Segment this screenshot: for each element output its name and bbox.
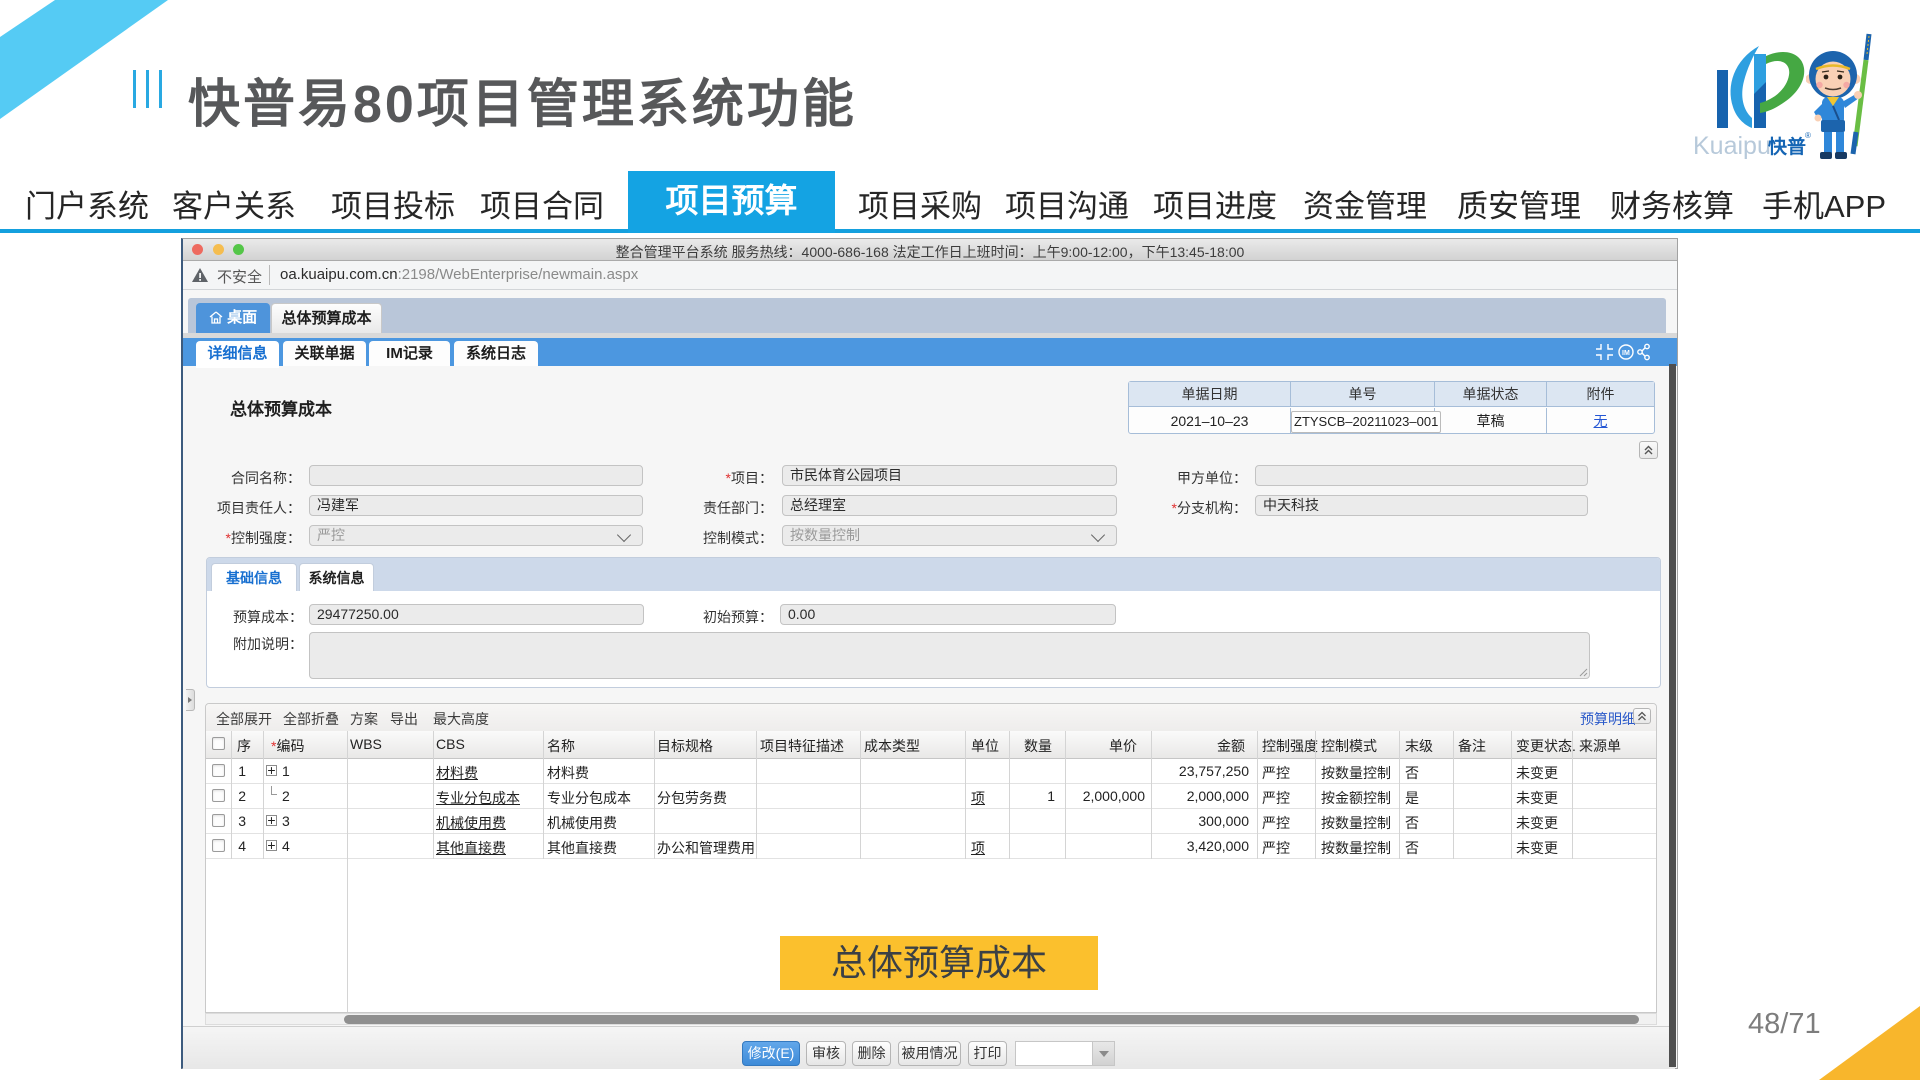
svg-text:Kuaipu: Kuaipu (1693, 132, 1771, 160)
svg-text:快普: 快普 (1768, 135, 1806, 158)
svg-text:IM: IM (1622, 350, 1630, 357)
